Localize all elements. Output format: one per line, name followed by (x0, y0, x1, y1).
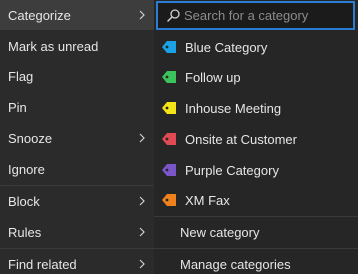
category-search-input[interactable] (184, 8, 344, 23)
category-label: Purple Category (185, 162, 279, 178)
menu-item-label: Rules (8, 224, 42, 240)
category-tag-icon (162, 133, 176, 145)
category-item-inhouse-meeting[interactable]: Inhouse Meeting (154, 93, 358, 123)
category-tag-icon (162, 194, 176, 206)
menu-item-label: Mark as unread (8, 38, 99, 54)
new-category-label: New category (180, 224, 260, 240)
category-label: Follow up (185, 69, 241, 85)
chevron-right-icon (139, 10, 145, 20)
menu-item-mark-as-unread[interactable]: Mark as unread (0, 31, 154, 61)
category-item-follow-up[interactable]: Follow up (154, 62, 358, 92)
menu-item-label: Flag (8, 68, 34, 84)
category-tag-icon (162, 102, 176, 114)
menu-item-find-related[interactable]: Find related (0, 249, 154, 274)
category-item-purple-category[interactable]: Purple Category (154, 155, 358, 185)
menu-item-block[interactable]: Block (0, 186, 154, 216)
category-label: Blue Category (185, 39, 268, 55)
menu-item-label: Ignore (8, 161, 45, 177)
menu-item-rules[interactable]: Rules (0, 217, 154, 247)
category-label: Onsite at Customer (185, 131, 297, 147)
chevron-right-icon (139, 133, 145, 143)
menu-item-label: Snooze (8, 130, 53, 146)
menu-item-flag[interactable]: Flag (0, 61, 154, 91)
new-category-button[interactable]: New category (154, 217, 358, 247)
category-search-box[interactable] (156, 1, 355, 30)
menu-item-snooze[interactable]: Snooze (0, 123, 154, 153)
category-item-onsite-at-customer[interactable]: Onsite at Customer (154, 124, 358, 154)
menu-item-label: Pin (8, 99, 27, 115)
category-tag-icon (162, 164, 176, 176)
category-tag-icon (162, 41, 176, 53)
category-item-blue-category[interactable]: Blue Category (154, 32, 358, 62)
menu-item-label: Categorize (8, 7, 71, 23)
context-menu-stage: Categorize Mark as unread Flag Pin Snooz… (0, 0, 358, 274)
categorize-submenu: Blue Category Follow up Inhouse Meeting … (154, 0, 358, 274)
menu-item-label: Block (8, 193, 40, 209)
chevron-right-icon (139, 196, 145, 206)
chevron-right-icon (139, 227, 145, 237)
chevron-right-icon (139, 259, 145, 269)
category-tag-icon (162, 71, 176, 83)
context-menu: Categorize Mark as unread Flag Pin Snooz… (0, 0, 154, 274)
category-label: Inhouse Meeting (185, 100, 282, 116)
menu-item-label: Find related (8, 256, 77, 272)
manage-categories-label: Manage categories (180, 256, 291, 272)
menu-item-categorize[interactable]: Categorize (0, 0, 154, 30)
search-icon (167, 9, 180, 22)
manage-categories-button[interactable]: Manage categories (154, 249, 358, 274)
menu-item-pin[interactable]: Pin (0, 92, 154, 122)
category-label: XM Fax (185, 192, 230, 208)
category-item-xm-fax[interactable]: XM Fax (154, 185, 358, 215)
menu-item-ignore[interactable]: Ignore (0, 154, 154, 184)
